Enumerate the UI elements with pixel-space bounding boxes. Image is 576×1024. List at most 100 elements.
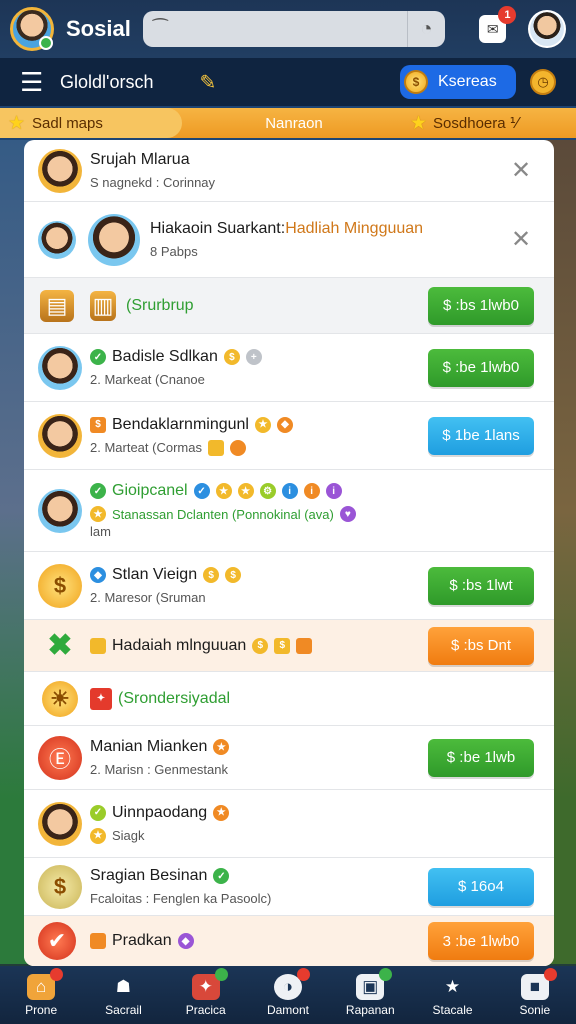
nav-item-rapanan[interactable]: ▣ Rapanan xyxy=(329,966,411,1024)
list-item[interactable]: ✔ Pradkan ◆ 3 :be 1lwb0 xyxy=(24,916,554,966)
tab-sosdhoera[interactable]: ★ Sosdhoera ⅟ xyxy=(406,108,576,138)
tab-strip: ★ Sadl maps Nanraon ★ Sosdhoera ⅟ xyxy=(0,108,576,138)
claim-button[interactable]: $ :be 1lwb0 xyxy=(428,348,534,387)
medal-icon: ★ xyxy=(213,739,230,755)
nav-label: Rapanan xyxy=(345,1002,395,1017)
diamond-icon: ◆ xyxy=(90,567,106,583)
plus-icon: + xyxy=(245,349,262,365)
voice-icon[interactable]: ◔ xyxy=(406,11,445,47)
list-item[interactable]: ☀ ✦ (Srondersiyadal xyxy=(24,672,554,726)
list-item[interactable]: $ Bendaklarnmingunl ★ ◆ 2. Marteat (Corm… xyxy=(24,402,554,470)
badge-icon: $ xyxy=(90,416,106,433)
row-title: Gioipcanel xyxy=(112,482,188,499)
row-title: Sragian Besinan xyxy=(90,867,208,884)
row-title: Pradkan xyxy=(112,932,172,949)
coin-icon: $ xyxy=(225,567,242,583)
row-subtitle-2: lam xyxy=(90,524,111,539)
list-item[interactable]: $ Sragian Besinan ✓ Fcaloitas : Fenglen … xyxy=(24,858,554,916)
nav-item-pracica[interactable]: ✦ Pracica xyxy=(165,966,247,1024)
claim-button[interactable]: $ :bs Dnt xyxy=(428,626,534,665)
row-subtitle: Stanassan Dclanten (Ponnokinal (ava) xyxy=(112,506,334,522)
list-item[interactable]: ✓ Badisle Sdlkan $ + 2. Markeat (Cnanoe … xyxy=(24,334,554,402)
row-title: Hiakaoin Suarkant: xyxy=(150,220,286,237)
claim-button[interactable]: $ :bs 1lwt xyxy=(428,566,534,605)
cube-icon: ■ xyxy=(520,967,557,1000)
tab-label: Sadl maps xyxy=(32,114,103,132)
home-icon: ⌂ xyxy=(27,967,64,1000)
user-avatar[interactable] xyxy=(10,7,54,51)
nav-item-stacale[interactable]: ★ Stacale xyxy=(411,966,493,1024)
nav-item-damont[interactable]: ◑ Damont xyxy=(247,966,329,1024)
search-input[interactable] xyxy=(175,11,407,47)
list-item[interactable]: $ ◆ Stlan Vieign $ $ 2. Maresor (Sruman … xyxy=(24,552,554,620)
info-icon: i xyxy=(303,483,320,499)
claim-button[interactable]: $ :bs 1lwb0 xyxy=(428,286,534,325)
coin-icon: $ xyxy=(274,637,291,654)
ticket-icon xyxy=(90,637,106,654)
tab-nanraon[interactable]: Nanraon xyxy=(182,108,406,138)
coin-stack-icon xyxy=(207,439,224,456)
claim-button[interactable]: 3 :be 1lwb0 xyxy=(428,922,534,960)
search-icon: ⁀ xyxy=(153,18,168,39)
close-icon[interactable]: ✕ xyxy=(508,157,534,184)
row-title: Srujah Mlarua xyxy=(90,151,190,168)
gift-icon: ✦ xyxy=(191,967,228,1000)
clock-icon[interactable]: ◷ xyxy=(530,69,556,95)
top-bar: Sosial ⁀ ◔ ✉ 1 xyxy=(0,0,576,58)
nav-item-prone[interactable]: ⌂ Prone xyxy=(0,966,82,1024)
claim-button[interactable]: $ 1be 1lans xyxy=(428,416,534,455)
star-icon: ★ xyxy=(8,112,26,134)
list-item[interactable]: Ⓔ Manian Mianken ★ 2. Marisn : Genmestan… xyxy=(24,726,554,790)
sun-coin-icon: ☀ xyxy=(42,680,78,717)
list-item[interactable]: Hiakaoin Suarkant: Hadliah Mingguuan 8 P… xyxy=(24,202,554,278)
claim-button[interactable]: $ 16o4 xyxy=(428,867,534,906)
row-title: Stlan Vieign xyxy=(112,566,198,583)
search-box[interactable]: ⁀ ◔ xyxy=(143,11,445,47)
tab-sadl-maps[interactable]: ★ Sadl maps xyxy=(0,108,182,138)
star-icon: ★ xyxy=(254,416,271,433)
row-title: Manian Mianken xyxy=(90,738,208,755)
notification-panel: Srujah Mlarua S nagnekd : Corinnay ✕ Hia… xyxy=(24,140,554,966)
inbox-count-badge: 1 xyxy=(498,6,517,24)
pencil-icon[interactable]: ✎ xyxy=(199,70,216,95)
check-icon: ✓ xyxy=(90,804,106,821)
menu-icon[interactable]: ☰ xyxy=(20,67,48,98)
nav-item-sacrail[interactable]: ☗ Sacrail xyxy=(82,966,164,1024)
avatar xyxy=(38,413,82,458)
list-item[interactable]: ▤ ▥ (Srurbrup $ :bs 1lwb0 xyxy=(24,278,554,334)
badge-icon: Ⓔ xyxy=(38,735,82,780)
coin-icon: $ xyxy=(203,567,220,583)
coin-button[interactable]: $ Ksereas xyxy=(400,65,516,99)
claim-button[interactable]: $ :be 1lwb xyxy=(428,738,534,777)
inbox-button[interactable]: ✉ 1 xyxy=(478,6,517,43)
avatar xyxy=(38,220,76,259)
notification-dot xyxy=(379,967,393,981)
star-icon: ★ xyxy=(215,483,232,499)
check-icon: ✓ xyxy=(213,868,230,884)
coin-button-label: Ksereas xyxy=(438,73,497,90)
nav-label: Damont xyxy=(266,1002,309,1017)
list-item[interactable]: ✖ Hadaiah mlnguuan $ $ $ :bs Dnt xyxy=(24,620,554,672)
list-item[interactable]: ✓ Uinnpaodang ★ ★ Siagk xyxy=(24,790,554,858)
row-subtitle: Siagk xyxy=(112,828,145,843)
row-title: (Srondersiyadal xyxy=(118,689,231,707)
row-subtitle: 2. Maresor (Sruman xyxy=(90,590,206,605)
nav-label: Stacale xyxy=(432,1002,473,1017)
list-item[interactable]: Srujah Mlarua S nagnekd : Corinnay ✕ xyxy=(24,140,554,202)
info-icon: i xyxy=(325,483,342,499)
close-x-icon[interactable]: ✖ xyxy=(38,624,82,668)
globe-icon: ◑ xyxy=(273,967,310,1000)
coin-icon: $ xyxy=(404,70,428,94)
gem-icon xyxy=(229,439,246,456)
chest-icon: ▤ xyxy=(40,289,74,322)
list-item[interactable]: ✓ Gioipcanel ✓ ★ ★ ⚙ i i i ★ Stanassan D… xyxy=(24,470,554,552)
star-icon: ★ xyxy=(90,827,106,844)
row-subtitle: Fcaloitas : Fenglen ka Pasoolc) xyxy=(90,891,272,906)
row-title-accent: Hadliah Mingguuan xyxy=(285,220,424,237)
coin-icon: $ xyxy=(223,349,240,365)
profile-button[interactable] xyxy=(528,10,566,48)
close-icon[interactable]: ✕ xyxy=(508,226,534,253)
check-icon: ✓ xyxy=(90,483,106,499)
nav-item-sonie[interactable]: ■ Sonie xyxy=(494,966,576,1024)
row-subtitle: 2. Marteat (Cormas xyxy=(90,440,202,455)
